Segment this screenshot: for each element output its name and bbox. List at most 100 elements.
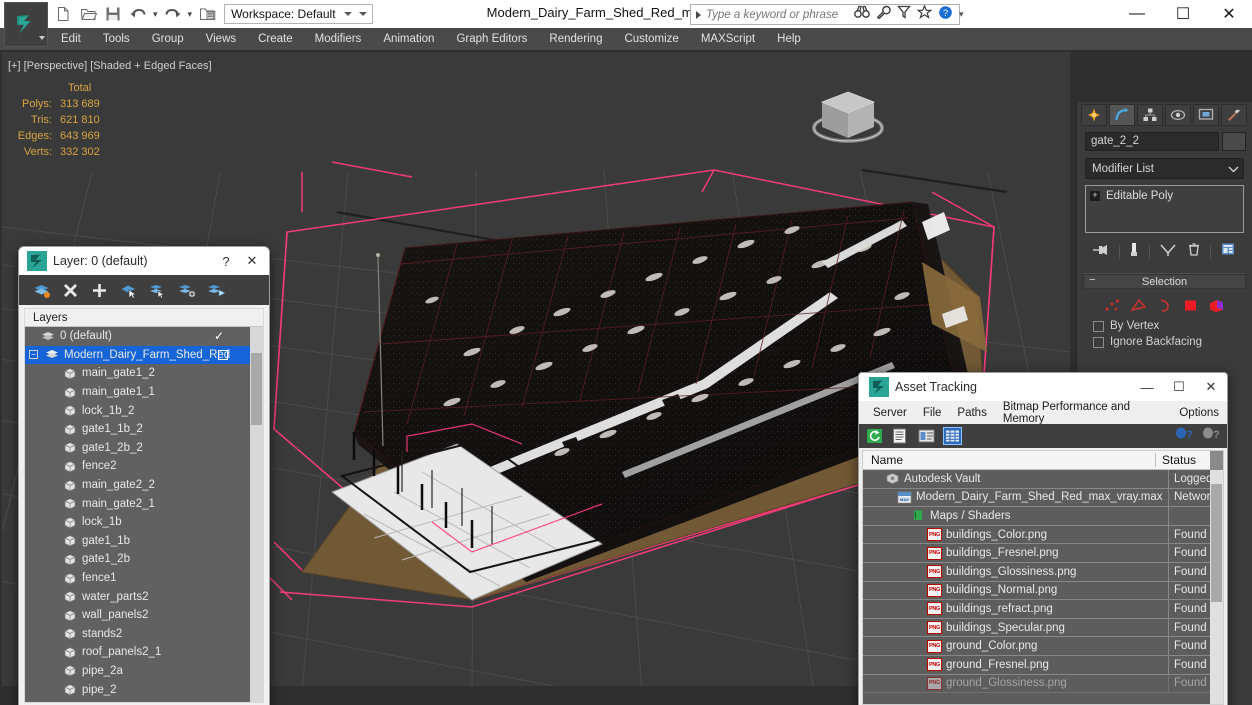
list-item[interactable]: wall_panels2 — [25, 606, 250, 625]
modifier-stack-item[interactable]: + Editable Poly — [1090, 190, 1239, 202]
redo-icon[interactable] — [162, 3, 184, 25]
asset-column-status[interactable]: Status — [1156, 453, 1210, 467]
asset-menu-options[interactable]: Options — [1171, 405, 1227, 421]
list-item[interactable]: fence2 — [25, 457, 250, 476]
make-unique-icon[interactable] — [1159, 243, 1177, 262]
minimize-button[interactable]: — — [1114, 0, 1160, 28]
list-item[interactable]: roof_panels2_1 — [25, 643, 250, 662]
layer-visibility-square-icon[interactable] — [218, 349, 228, 360]
layer-row-modern-dairy-farm-shed-red[interactable]: − Modern_Dairy_Farm_Shed_Red — [25, 345, 250, 365]
list-item[interactable]: main_gate2_2 — [25, 476, 250, 495]
menu-item-group[interactable]: Group — [141, 31, 195, 47]
table-row[interactable]: PNG ground_Glossiness.png Found — [863, 674, 1223, 694]
polygon-icon[interactable] — [1182, 298, 1199, 313]
layer-list-scroll-thumb[interactable] — [251, 353, 262, 425]
list-item[interactable]: gate1_2b_2 — [25, 439, 250, 458]
app-logo-button[interactable] — [4, 2, 48, 47]
asset-tracking-dialog[interactable]: Asset Tracking — ☐ ✕ Server File Paths B… — [858, 372, 1228, 705]
element-icon[interactable] — [1208, 298, 1225, 313]
collapse-icon[interactable]: − — [1089, 274, 1095, 286]
list-item[interactable]: gate1_1b — [25, 532, 250, 551]
help-blue-icon[interactable]: ? — [1175, 426, 1193, 447]
list-item[interactable]: fence1 — [25, 569, 250, 588]
binoculars-icon[interactable] — [854, 5, 870, 24]
asset-minimize-button[interactable]: — — [1131, 374, 1163, 400]
remove-modifier-icon[interactable] — [1187, 242, 1201, 262]
menu-item-animation[interactable]: Animation — [372, 31, 445, 47]
menu-item-maxscript[interactable]: MAXScript — [690, 31, 766, 47]
star-icon[interactable] — [916, 4, 933, 24]
highlight-selected-objects-icon[interactable] — [149, 282, 167, 299]
add-layer-icon[interactable] — [91, 282, 109, 299]
menu-item-help[interactable]: Help — [766, 31, 812, 47]
table-row[interactable]: PNG buildings_Normal.png Found — [863, 581, 1223, 601]
table-row[interactable]: PNG buildings_Fresnel.png Found — [863, 544, 1223, 563]
select-objects-in-layer-icon[interactable] — [120, 282, 138, 299]
redo-dropdown-caret[interactable]: ▾ — [188, 9, 193, 20]
new-icon[interactable] — [52, 3, 74, 25]
modifier-list-dropdown[interactable]: Modifier List — [1085, 158, 1244, 179]
layer-dialog-close-button[interactable]: ✕ — [239, 253, 265, 269]
grid-view-icon[interactable] — [943, 427, 962, 445]
undo-icon[interactable] — [127, 3, 149, 25]
save-icon[interactable] — [102, 3, 124, 25]
menu-item-customize[interactable]: Customize — [613, 31, 689, 47]
menu-item-views[interactable]: Views — [195, 31, 247, 47]
table-row[interactable]: PNG buildings_Color.png Found — [863, 525, 1223, 545]
asset-menu-bitmap-performance-and-memory[interactable]: Bitmap Performance and Memory — [995, 399, 1172, 427]
list-item[interactable]: stands2 — [25, 625, 250, 644]
menu-item-rendering[interactable]: Rendering — [538, 31, 613, 47]
help-dropdown-caret[interactable]: ▾ — [959, 9, 964, 20]
asset-menu-file[interactable]: File — [915, 405, 950, 421]
list-item[interactable]: water_parts2 — [25, 587, 250, 606]
layer-row-default[interactable]: 0 (default) ✓ — [25, 327, 250, 346]
list-item[interactable]: main_gate1_2 — [25, 364, 250, 383]
menu-item-create[interactable]: Create — [247, 31, 304, 47]
close-button[interactable]: ✕ — [1206, 0, 1252, 28]
delete-layer-icon[interactable] — [62, 282, 80, 299]
modify-tab[interactable] — [1109, 104, 1135, 126]
asset-column-name[interactable]: Name — [863, 453, 1156, 467]
menu-item-graph-editors[interactable]: Graph Editors — [445, 31, 538, 47]
list-item[interactable]: main_gate1_1 — [25, 383, 250, 402]
search-expand-icon[interactable] — [696, 10, 701, 19]
list-item[interactable]: pipe_2 — [25, 680, 250, 699]
utilities-tab[interactable] — [1221, 104, 1247, 126]
table-row[interactable]: Autodesk Vault Logged — [863, 470, 1223, 489]
list-item[interactable]: gate1_1b_2 — [25, 420, 250, 439]
edge-icon[interactable] — [1130, 298, 1147, 313]
by-vertex-checkbox[interactable] — [1093, 320, 1104, 332]
wrench-icon[interactable] — [876, 5, 891, 24]
pin-stack-icon[interactable] — [1091, 243, 1109, 262]
asset-menu-paths[interactable]: Paths — [949, 405, 994, 421]
chevron-down-icon[interactable] — [1228, 160, 1239, 178]
layer-dialog-help-button[interactable]: ? — [213, 254, 239, 269]
modifier-stack[interactable]: + Editable Poly — [1085, 185, 1244, 233]
by-vertex-checkbox-row[interactable]: By Vertex — [1083, 318, 1246, 334]
list-item[interactable]: pipe_2a — [25, 662, 250, 681]
maximize-button[interactable]: ☐ — [1160, 0, 1206, 28]
object-color-swatch[interactable] — [1222, 132, 1246, 151]
project-folder-icon[interactable] — [196, 3, 218, 25]
ignore-backfacing-checkbox[interactable] — [1093, 336, 1104, 348]
list-view-icon[interactable] — [892, 428, 909, 444]
layer-active-check-icon[interactable]: ✓ — [214, 329, 224, 343]
layer-list[interactable]: 0 (default) ✓ − Modern_Dairy_Farm_Shed_R… — [25, 327, 250, 702]
quick-search-bar[interactable]: ? ▾ — [690, 4, 964, 25]
asset-close-button[interactable]: ✕ — [1195, 374, 1227, 400]
open-icon[interactable] — [77, 3, 99, 25]
object-name-field[interactable]: gate_2_2 — [1085, 132, 1219, 151]
list-item[interactable]: lock_1b_2 — [25, 401, 250, 420]
list-item[interactable]: main_gate2_1 — [25, 494, 250, 513]
table-row[interactable]: PNG buildings_Glossiness.png Found — [863, 562, 1223, 582]
display-tab[interactable] — [1193, 104, 1219, 126]
help-icon[interactable]: ? — [938, 5, 953, 25]
motion-tab[interactable] — [1165, 104, 1191, 126]
asset-maximize-button[interactable]: ☐ — [1163, 374, 1195, 400]
border-icon[interactable] — [1156, 298, 1173, 313]
menu-item-modifiers[interactable]: Modifiers — [304, 31, 373, 47]
selection-rollout-header[interactable]: − Selection — [1083, 274, 1246, 289]
expand-icon[interactable]: + — [1090, 191, 1100, 201]
workspace-selector[interactable]: Workspace: Default — [224, 4, 373, 24]
table-row[interactable]: PNG ground_Fresnel.png Found — [863, 655, 1223, 675]
